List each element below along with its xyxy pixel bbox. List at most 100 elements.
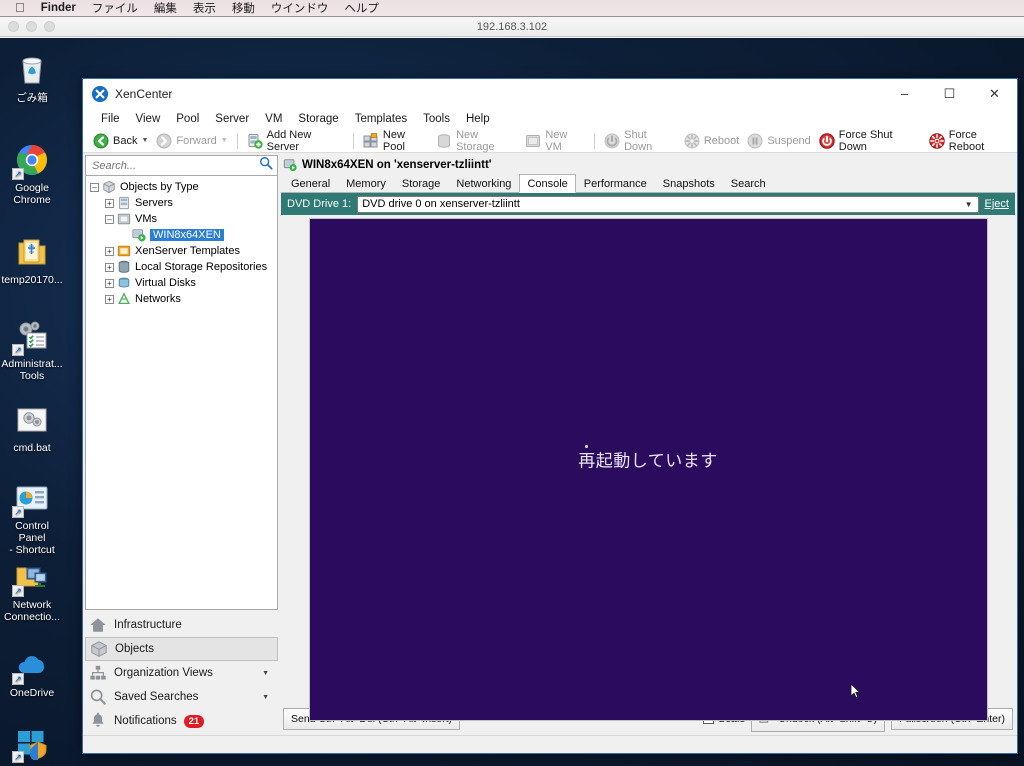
mac-menu-item-go[interactable]: 移動 (232, 0, 255, 16)
toolbar-new-pool-button[interactable]: New Pool (359, 128, 432, 153)
toolbar-separator (594, 132, 596, 149)
dvd-drive-select[interactable]: DVD drive 0 on xenserver-tzliintt ▼ (357, 195, 979, 213)
toolbar-button-label: Back (113, 134, 138, 147)
nav-item-saved-searches[interactable]: Saved Searches ▼ (85, 685, 278, 709)
menu-item-help[interactable]: Help (458, 111, 498, 127)
toolbar-force-reboot-button[interactable]: Force Reboot (925, 129, 1017, 153)
apple-icon[interactable]:  (15, 1, 25, 14)
tab-performance[interactable]: Performance (576, 175, 655, 192)
tree-search-bar[interactable] (85, 155, 278, 176)
toolbar-separator (236, 132, 238, 149)
xencenter-menubar: File View Pool Server VM Storage Templates Tool… (83, 108, 1017, 129)
windows10-upgrade-icon: ↗ (12, 726, 50, 763)
collapse-minus-icon[interactable]: – (105, 214, 114, 224)
expand-plus-icon[interactable]: + (105, 198, 114, 208)
zoom-button[interactable] (44, 21, 55, 32)
xencenter-maximize-button[interactable]: ☐ (927, 79, 972, 108)
windows-desktop[interactable]: ごみ箱 ↗ Google Chrome temp20170... ↗ Admin… (0, 38, 1024, 766)
xencenter-window: XenCenter – ☐ ✕ File View Pool Server VM Stor… (82, 78, 1018, 754)
tab-general[interactable]: General (283, 175, 338, 192)
chevron-down-icon[interactable]: ▼ (141, 137, 148, 144)
chevron-down-icon[interactable]: ▼ (262, 670, 269, 677)
tab-networking[interactable]: Networking (448, 175, 519, 192)
chevron-down-icon[interactable]: ▼ (262, 694, 269, 701)
menu-item-vm[interactable]: VM (257, 111, 290, 127)
recycle-bin-icon (14, 53, 50, 89)
menu-item-view[interactable]: View (128, 111, 169, 127)
objects-tree[interactable]: – Objects by Type + Servers – VMs WIN8x64XEN + X… (85, 176, 278, 610)
toolbar-force-shut-down-button[interactable]: Force Shut Down (815, 129, 925, 153)
vnc-titlebar: 192.168.3.102 (0, 17, 1024, 37)
tab-search[interactable]: Search (723, 175, 774, 192)
tree-item-networks[interactable]: + Networks (86, 291, 277, 307)
xencenter-close-button[interactable]: ✕ (972, 79, 1017, 108)
desktop-icon-onedrive[interactable]: ↗ OneDrive (1, 648, 63, 699)
desktop-icon-cmd-bat[interactable]: cmd.bat (1, 403, 63, 454)
dvd-drive-label: DVD Drive 1: (287, 198, 352, 210)
desktop-icon-recycle-bin[interactable]: ごみ箱 (1, 53, 63, 104)
tab-memory[interactable]: Memory (338, 175, 394, 192)
tab-storage[interactable]: Storage (394, 175, 449, 192)
mac-menu-item-edit[interactable]: 編集 (154, 0, 177, 16)
mac-menu-item-window[interactable]: ウインドウ (271, 0, 329, 16)
toolbar-back-button[interactable]: Back ▼ (89, 130, 152, 152)
tab-console[interactable]: Console (519, 174, 576, 193)
desktop-icon-administrative-tools[interactable]: ↗ Administrat... Tools (1, 319, 63, 382)
tree-item-virtual-disks[interactable]: + Virtual Disks (86, 275, 277, 291)
desktop-icon-label: temp20170... (1, 274, 63, 286)
chevron-down-icon[interactable]: ▼ (221, 137, 228, 144)
toolbar-button-label: New Pool (382, 128, 405, 153)
toolbar-add-new-server-button[interactable]: Add New Server (243, 129, 348, 153)
close-button[interactable] (8, 21, 19, 32)
search-input[interactable] (90, 158, 259, 173)
menu-item-file[interactable]: File (93, 111, 128, 127)
expand-plus-icon[interactable]: + (105, 294, 114, 304)
tree-item-local-storage-repositories[interactable]: + Local Storage Repositories (86, 259, 277, 275)
toolbar-new-vm-button: New VM (521, 129, 589, 153)
mac-menu-item-help[interactable]: ヘルプ (344, 0, 379, 16)
expand-plus-icon[interactable]: + (105, 246, 114, 256)
menu-item-pool[interactable]: Pool (168, 111, 207, 127)
mac-menu-item-file[interactable]: ファイル (92, 0, 138, 16)
nav-item-notifications[interactable]: Notifications 21 (85, 709, 278, 733)
tree-item-win8x64xen[interactable]: WIN8x64XEN (86, 227, 277, 243)
desktop-icon-windows10-upgrade[interactable]: ↗Windows 10Upgrade ... (1, 726, 63, 766)
mac-menu-item-view[interactable]: 表示 (193, 0, 216, 16)
toolbar-new-storage-button: New Storage (432, 129, 521, 153)
onedrive-icon: ↗ (12, 648, 50, 685)
nav-item-label: Infrastructure (114, 619, 182, 631)
tab-snapshots[interactable]: Snapshots (655, 175, 723, 192)
minimize-button[interactable] (26, 21, 37, 32)
vm-running-icon (132, 228, 146, 242)
menu-item-storage[interactable]: Storage (290, 111, 346, 127)
tree-item-xenserver-templates[interactable]: + XenServer Templates (86, 243, 277, 259)
search-icon[interactable] (259, 156, 273, 175)
desktop-icon-temp-folder[interactable]: temp20170... (1, 235, 63, 286)
mac-menu-item-finder[interactable]: Finder (41, 2, 76, 14)
menu-item-tools[interactable]: Tools (415, 111, 458, 127)
expand-plus-icon[interactable]: + (105, 262, 114, 272)
xencenter-minimize-button[interactable]: – (882, 79, 927, 108)
window-traffic-lights[interactable] (8, 21, 55, 32)
tree-item-label: Servers (135, 197, 173, 209)
desktop-icon-google-chrome[interactable]: ↗ Google Chrome (1, 143, 63, 206)
menu-item-templates[interactable]: Templates (347, 111, 415, 127)
nav-item-infrastructure[interactable]: Infrastructure (85, 613, 278, 637)
expand-plus-icon[interactable]: + (105, 278, 114, 288)
nav-item-organization-views[interactable]: Organization Views ▼ (85, 661, 278, 685)
administrative-tools-icon: ↗ (12, 319, 50, 356)
eject-link[interactable]: Eject (985, 198, 1009, 210)
nav-item-objects[interactable]: Objects (85, 637, 278, 661)
collapse-minus-icon[interactable]: – (90, 182, 99, 192)
tree-item-vms[interactable]: – VMs (86, 211, 277, 227)
tree-item-servers[interactable]: + Servers (86, 195, 277, 211)
desktop-icon-network-connections[interactable]: ↗ Network Connectio... (1, 560, 63, 623)
xencenter-window-controls[interactable]: – ☐ ✕ (882, 79, 1017, 108)
desktop-icon-control-panel-shortcut[interactable]: ↗ Control Panel - Shortcut (1, 481, 63, 556)
tree-item-objects-by-type[interactable]: – Objects by Type (86, 179, 277, 195)
xencenter-titlebar[interactable]: XenCenter – ☐ ✕ (83, 79, 1017, 108)
menu-item-server[interactable]: Server (207, 111, 257, 127)
google-chrome-icon: ↗ (12, 143, 50, 180)
vm-console[interactable]: 再起動しています (308, 218, 988, 721)
xencenter-window-title: XenCenter (115, 86, 173, 101)
